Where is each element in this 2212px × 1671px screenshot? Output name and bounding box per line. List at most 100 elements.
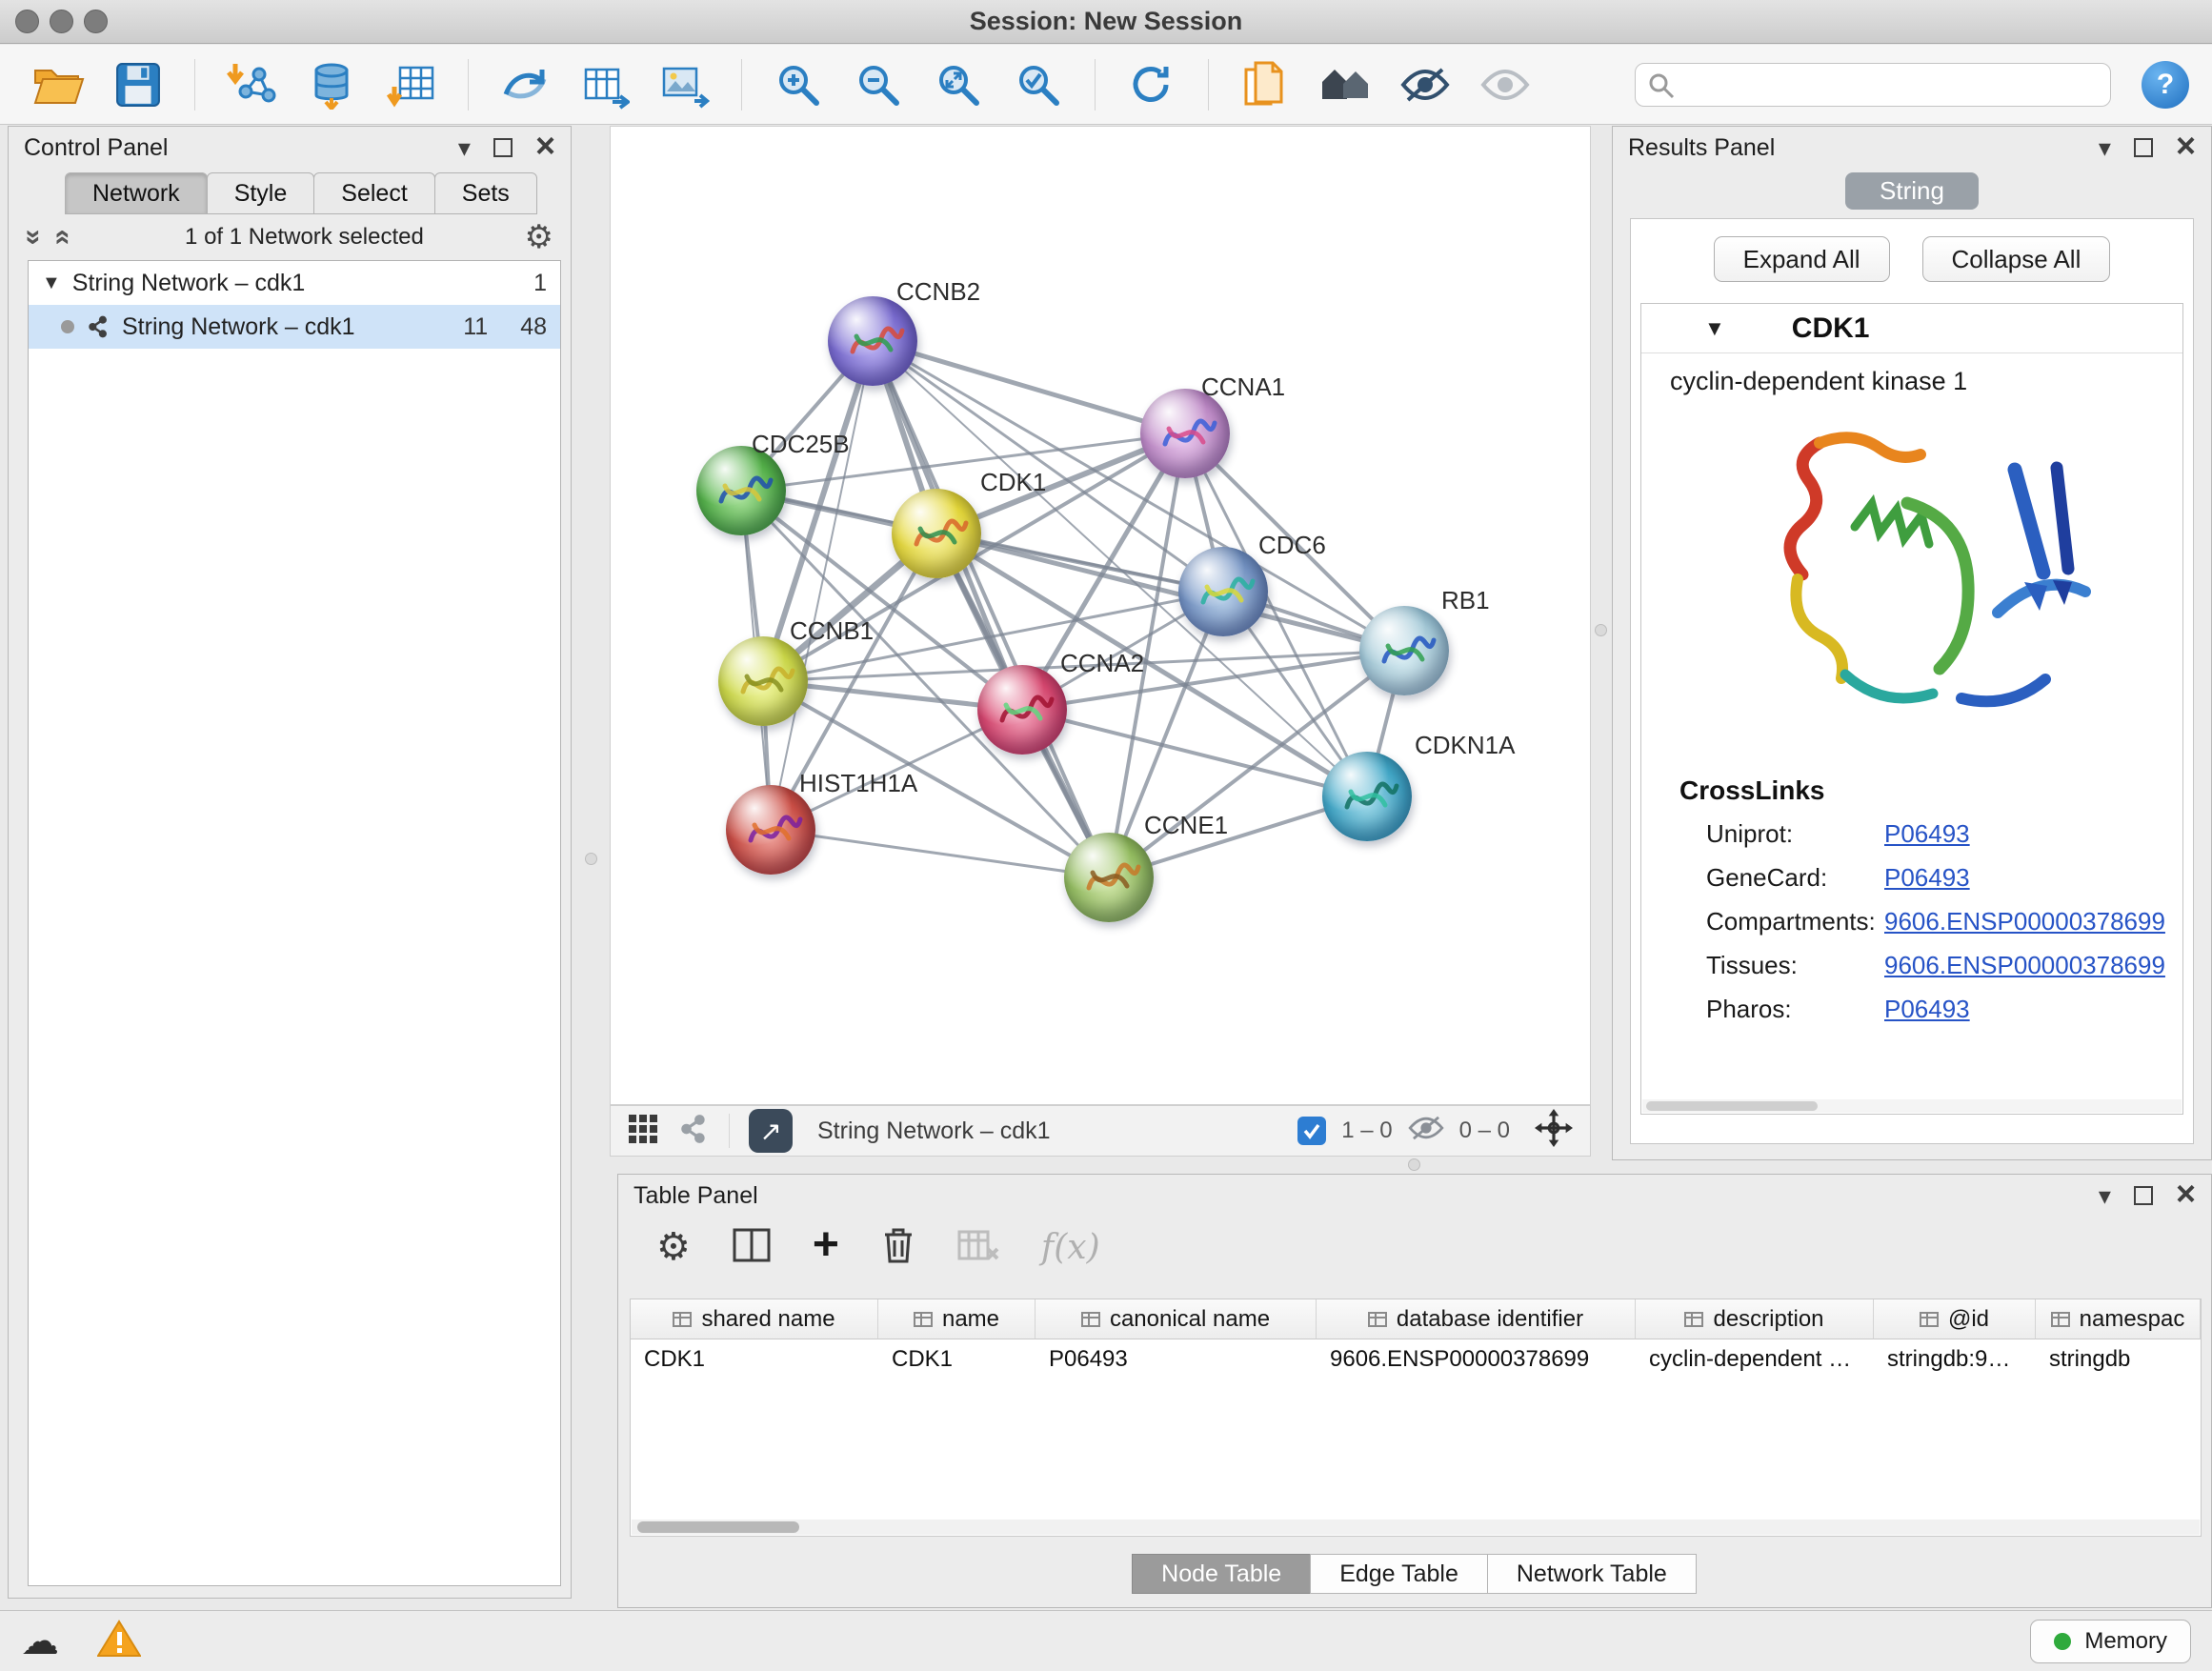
node-CCNE1[interactable]: [1064, 833, 1154, 922]
node-CDK1[interactable]: [892, 489, 981, 578]
tab-network-table[interactable]: Network Table: [1487, 1554, 1697, 1594]
show-columns-icon[interactable]: [733, 1228, 771, 1267]
node-CCNB2[interactable]: [828, 296, 917, 386]
home-icon[interactable]: [1310, 52, 1380, 117]
hidden-eye-icon[interactable]: [1408, 1115, 1444, 1148]
column-header-canonical-name[interactable]: canonical name: [1036, 1299, 1317, 1339]
crosslink-link[interactable]: 9606.ENSP00000378699: [1884, 907, 2165, 936]
tab-style[interactable]: Style: [207, 172, 315, 214]
collapse-section-icon[interactable]: ▼: [1704, 316, 1725, 341]
tab-network[interactable]: Network: [65, 172, 208, 214]
open-session-icon[interactable]: [23, 52, 93, 117]
zoom-selected-icon[interactable]: [1003, 52, 1074, 117]
tab-node-table[interactable]: Node Table: [1132, 1554, 1311, 1594]
node-CCNB1[interactable]: [718, 636, 808, 726]
tree-row-collection[interactable]: ▼String Network – cdk11: [29, 261, 560, 305]
help-button[interactable]: ?: [2142, 61, 2189, 109]
zoom-fit-icon[interactable]: [923, 52, 994, 117]
network-overview-icon[interactable]: [677, 1113, 710, 1150]
close-panel-icon[interactable]: ×: [535, 129, 555, 163]
warning-icon[interactable]: [97, 1620, 141, 1662]
column-header-namespac[interactable]: namespac: [2036, 1299, 2201, 1339]
node-CDKN1A[interactable]: [1322, 752, 1412, 841]
maximize-panel-icon[interactable]: [493, 138, 513, 157]
node-HIST1H1A[interactable]: [726, 785, 815, 875]
search-input[interactable]: [1635, 63, 2111, 107]
table-options-gear-icon[interactable]: ⚙: [656, 1225, 691, 1269]
edge-CCNB2-CCNA1[interactable]: [873, 341, 1185, 433]
column-header-description[interactable]: description: [1636, 1299, 1874, 1339]
delete-column-icon[interactable]: [881, 1225, 915, 1270]
tab-sets[interactable]: Sets: [434, 172, 537, 214]
close-panel-icon[interactable]: ×: [2176, 1177, 2196, 1211]
node-RB1[interactable]: [1359, 606, 1449, 695]
column-header--id[interactable]: @id: [1874, 1299, 2036, 1339]
table-row[interactable]: CDK1CDK1P064939606.ENSP00000378699cyclin…: [631, 1339, 2201, 1379]
selected-items-checkbox-icon[interactable]: [1297, 1117, 1326, 1145]
tab-string[interactable]: String: [1845, 172, 1979, 210]
tab-select[interactable]: Select: [313, 172, 434, 214]
maximize-panel-icon[interactable]: [2134, 138, 2153, 157]
cloud-icon[interactable]: ☁: [21, 1622, 59, 1661]
hide-eye-icon[interactable]: [1390, 52, 1460, 117]
export-view-button[interactable]: ↗: [749, 1109, 793, 1153]
table-cell: stringdb: [2036, 1339, 2201, 1379]
float-panel-icon[interactable]: ▾: [2099, 1183, 2111, 1208]
node-CCNA2[interactable]: [977, 665, 1067, 755]
grid-view-icon[interactable]: [628, 1114, 658, 1149]
edge-HIST1H1A-CCNE1[interactable]: [771, 830, 1109, 877]
tree-expander-icon[interactable]: ▼: [42, 272, 61, 294]
network-canvas[interactable]: CCNB2CCNA1CDC25BCDK1CDC6RB1CCNB1CCNA2CDK…: [610, 126, 1591, 1105]
crosslink-link[interactable]: P06493: [1884, 819, 1970, 849]
results-panel: Results Panel ▾ × String Expand All Coll…: [1612, 126, 2212, 1160]
import-table-icon[interactable]: [376, 52, 447, 117]
memory-button[interactable]: Memory: [2030, 1620, 2191, 1663]
crosslink-row-genecard-: GeneCard:P06493: [1641, 856, 2182, 899]
node-CDC25B[interactable]: [696, 446, 786, 535]
collapse-all-icon[interactable]: »: [17, 230, 50, 246]
horizontal-scrollbar[interactable]: [1642, 1099, 2182, 1113]
copy-document-icon[interactable]: [1230, 52, 1300, 117]
float-panel-icon[interactable]: ▾: [458, 135, 471, 160]
horizontal-scrollbar[interactable]: [632, 1520, 2200, 1535]
column-header-database-identifier[interactable]: database identifier: [1317, 1299, 1636, 1339]
tree-row-network[interactable]: String Network – cdk11148: [29, 305, 560, 349]
column-header-name[interactable]: name: [878, 1299, 1036, 1339]
maximize-panel-icon[interactable]: [2134, 1186, 2153, 1205]
collapse-all-button[interactable]: Collapse All: [1922, 236, 2111, 282]
tree-collection-label: String Network – cdk1: [72, 270, 306, 297]
crosslink-link[interactable]: P06493: [1884, 863, 1970, 893]
expand-all-icon[interactable]: «: [47, 230, 79, 246]
search-icon: [1648, 72, 1675, 99]
tab-edge-table[interactable]: Edge Table: [1310, 1554, 1488, 1594]
node-CDC6[interactable]: [1178, 547, 1268, 636]
window-titlebar: Session: New Session: [0, 0, 2212, 44]
zoom-in-icon[interactable]: [763, 52, 834, 117]
splitter-handle[interactable]: [1595, 624, 1607, 636]
crosshair-icon[interactable]: [1535, 1109, 1573, 1154]
float-panel-icon[interactable]: ▾: [2099, 135, 2111, 160]
crosslink-link[interactable]: P06493: [1884, 995, 1970, 1024]
main-toolbar: ?: [0, 45, 2212, 125]
refresh-icon[interactable]: [1116, 52, 1187, 117]
save-session-icon[interactable]: [103, 52, 173, 117]
import-network-file-icon[interactable]: [216, 52, 287, 117]
new-network-icon[interactable]: [490, 52, 560, 117]
control-panel-title: Control Panel: [24, 134, 168, 162]
splitter-handle[interactable]: [585, 853, 597, 865]
close-panel-icon[interactable]: ×: [2176, 129, 2196, 163]
node-CCNA1[interactable]: [1140, 389, 1230, 478]
import-network-database-icon[interactable]: [296, 52, 367, 117]
zoom-out-icon[interactable]: [843, 52, 914, 117]
table-panel-title: Table Panel: [633, 1182, 758, 1210]
expand-all-button[interactable]: Expand All: [1714, 236, 1890, 282]
edge-CCNB2-HIST1H1A[interactable]: [771, 341, 873, 830]
new-table-icon[interactable]: [570, 52, 640, 117]
crosslink-link[interactable]: 9606.ENSP00000378699: [1884, 951, 2165, 980]
splitter-handle[interactable]: [1408, 1158, 1420, 1171]
export-image-icon[interactable]: [650, 52, 720, 117]
column-header-shared-name[interactable]: shared name: [631, 1299, 878, 1339]
show-eye-icon[interactable]: [1470, 52, 1540, 117]
network-options-gear-icon[interactable]: ⚙: [525, 218, 553, 256]
add-column-icon[interactable]: +: [813, 1218, 839, 1271]
